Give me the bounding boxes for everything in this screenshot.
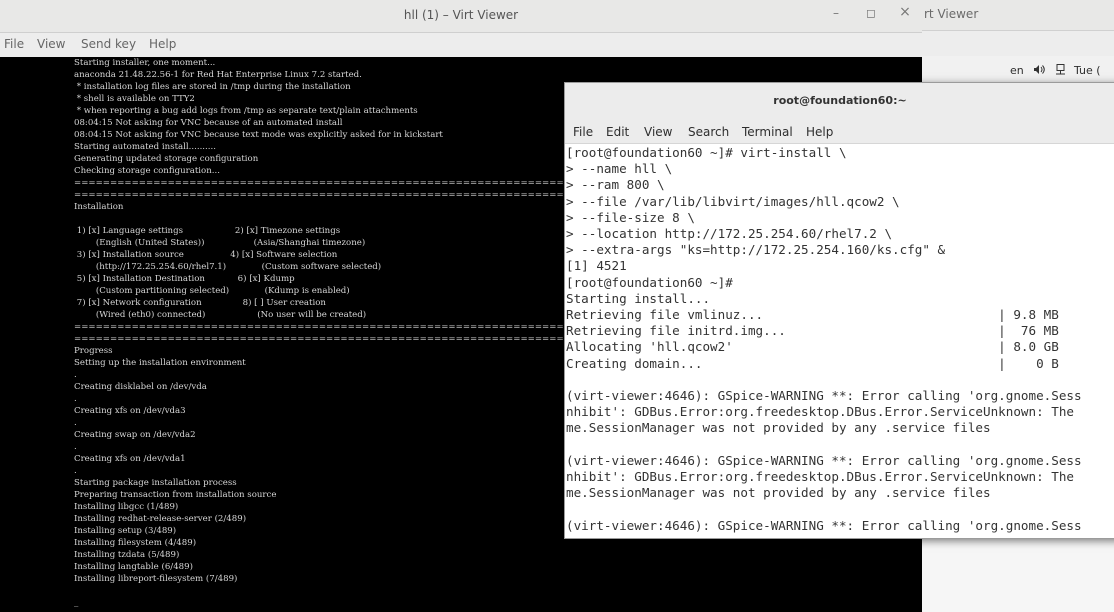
console-line: Starting automated install.......... (74, 142, 216, 152)
language-indicator[interactable]: en (1010, 64, 1024, 77)
console-line: . (74, 466, 77, 476)
window-title: hll (1) – Virt Viewer (403, 8, 519, 22)
terminal-line: nhibit': GDBus.Error:org.freedesktop.DBu… (566, 404, 1074, 420)
terminal-menu-view[interactable]: View (644, 125, 672, 139)
console-line: Creating disklabel on /dev/vda (74, 382, 207, 392)
terminal-line: me.SessionManager was not provided by an… (566, 420, 991, 436)
console-line: * installation log files are stored in /… (74, 82, 351, 92)
console-line: Progress (74, 346, 113, 356)
terminal-titlebar[interactable]: root@foundation60:~ (565, 83, 1114, 121)
console-line: (http://172.25.254.60/rhel7.1) (Custom s… (74, 262, 382, 272)
speaker-icon[interactable] (1033, 64, 1045, 78)
terminal-menu-help[interactable]: Help (806, 125, 833, 139)
menu-send-key[interactable]: Send key (81, 37, 136, 51)
terminal-line: > --location http://172.25.254.60/rhel7.… (566, 226, 893, 242)
terminal-line: > --file-size 8 \ (566, 209, 695, 225)
menu-help[interactable]: Help (149, 37, 176, 51)
terminal-line: Creating domain... | 0 B (566, 355, 1059, 371)
console-line: Checking storage configuration... (74, 166, 220, 176)
console-line: . (74, 370, 77, 380)
menu-view[interactable]: View (37, 37, 65, 51)
console-line: Installing langtable (6/489) (74, 562, 193, 572)
console-line: 5) [x] Installation Destination 6) [x] K… (74, 274, 295, 284)
minimize-button[interactable]: – (827, 6, 845, 20)
console-line: (Wired (eth0) connected) (No user will b… (74, 310, 367, 320)
terminal-output-area[interactable]: [root@foundation60 ~]# virt-install \ > … (566, 145, 1114, 538)
console-line: Generating updated storage configuration (74, 154, 259, 164)
console-line: . (74, 442, 77, 452)
terminal-title: root@foundation60:~ (773, 94, 907, 107)
console-line: _ (74, 598, 79, 608)
terminal-line: Starting install... (566, 290, 711, 306)
terminal-menu-file[interactable]: File (573, 125, 593, 139)
console-line: Preparing transaction from installation … (74, 490, 277, 500)
console-line: 7) [x] Network configuration 8) [ ] User… (74, 298, 326, 308)
console-line: anaconda 21.48.22.56-1 for Red Hat Enter… (74, 70, 362, 80)
console-line: . (74, 418, 77, 428)
terminal-menu-search[interactable]: Search (688, 125, 729, 139)
background-window-lower-area (920, 538, 1114, 612)
maximize-button[interactable]: ◻ (862, 6, 880, 20)
terminal-line: [root@foundation60 ~]# virt-install \ (566, 145, 847, 160)
terminal-window[interactable]: root@foundation60:~ File Edit View Searc… (564, 82, 1114, 539)
terminal-line: (virt-viewer:4646): GSpice-WARNING **: E… (566, 452, 1082, 468)
console-line: * shell is available on TTY2 (74, 94, 195, 104)
console-line: Creating swap on /dev/vda2 (74, 430, 196, 440)
terminal-line: Allocating 'hll.qcow2' | 8.0 GB (566, 339, 1059, 355)
terminal-line: (virt-viewer:4646): GSpice-WARNING **: E… (566, 517, 1082, 533)
console-line: Installing libreport-filesystem (7/489) (74, 574, 238, 584)
network-icon[interactable] (1055, 64, 1066, 79)
console-line: (Custom partitioning selected) (Kdump is… (74, 286, 350, 296)
console-line: Installing filesystem (4/489) (74, 538, 197, 548)
terminal-menu-edit[interactable]: Edit (606, 125, 629, 139)
console-line: Installing libgcc (1/489) (74, 502, 179, 512)
console-line: 08:04:15 Not asking for VNC because of a… (74, 118, 343, 128)
console-line: Installing setup (3/489) (74, 526, 177, 536)
terminal-line: [root@foundation60 ~]# (566, 274, 733, 290)
terminal-menubar: File Edit View Search Terminal Help (565, 121, 1114, 144)
terminal-line: (virt-viewer:4646): GSpice-WARNING **: E… (566, 388, 1082, 404)
terminal-menu-terminal[interactable]: Terminal (742, 125, 793, 139)
clock[interactable]: Tue ( (1074, 64, 1101, 77)
background-window-titlebar[interactable]: rt Viewer (920, 0, 1114, 31)
console-line: . (74, 394, 77, 404)
console-line: Installing tzdata (5/489) (74, 550, 180, 560)
terminal-line: [1] 4521 (566, 258, 627, 274)
console-line: Installing redhat-release-server (2/489) (74, 514, 247, 524)
console-line: Setting up the installation environment (74, 358, 246, 368)
terminal-line: > --extra-args "ks=http://172.25.254.160… (566, 242, 946, 258)
virt-viewer-titlebar[interactable]: hll (1) – Virt Viewer – ◻ × (0, 0, 922, 33)
console-line: 08:04:15 Not asking for VNC because text… (74, 130, 443, 140)
console-line: 1) [x] Language settings 2) [x] Timezone… (74, 226, 341, 236)
console-line: (English (United States)) (Asia/Shanghai… (74, 238, 366, 248)
console-line: * when reporting a bug add logs from /tm… (74, 106, 418, 116)
terminal-line: Retrieving file vmlinuz... | 9.8 MB (566, 307, 1059, 323)
virt-viewer-menubar: File View Send key Help (0, 33, 922, 57)
background-window-title: rt Viewer (924, 7, 979, 21)
menu-file[interactable]: File (4, 37, 24, 51)
terminal-line: > --name hll \ (566, 161, 673, 177)
console-line: Starting installer, one moment... (74, 58, 216, 68)
terminal-line: nhibit': GDBus.Error:org.freedesktop.DBu… (566, 469, 1074, 485)
console-line: 3) [x] Installation source 4) [x] Softwa… (74, 250, 338, 260)
console-line: Creating xfs on /dev/vda3 (74, 406, 186, 416)
terminal-line: Retrieving file initrd.img... | 76 MB (566, 323, 1059, 339)
console-line: Installation (74, 202, 124, 212)
terminal-output: [root@foundation60 ~]# virt-install \ > … (566, 145, 1114, 534)
console-line: Creating xfs on /dev/vda1 (74, 454, 186, 464)
console-line: Starting package installation process (74, 478, 237, 488)
terminal-line: > --ram 800 \ (566, 177, 665, 193)
terminal-line: > --file /var/lib/libvirt/images/hll.qco… (566, 193, 900, 209)
terminal-line: me.SessionManager was not provided by an… (566, 485, 991, 501)
close-button[interactable]: × (896, 4, 914, 20)
